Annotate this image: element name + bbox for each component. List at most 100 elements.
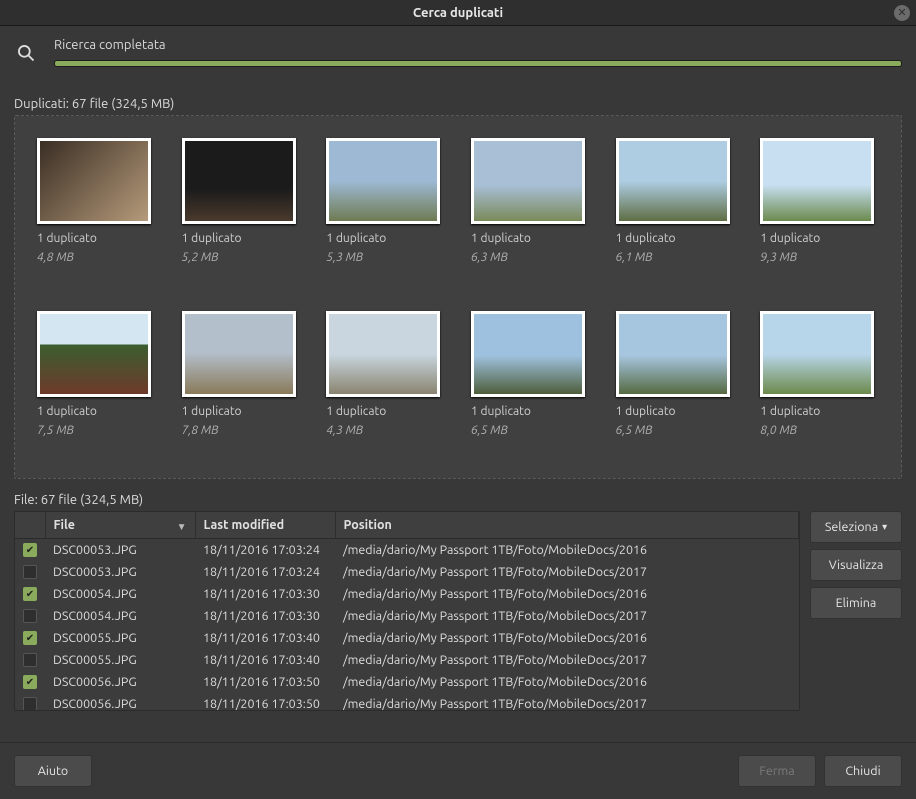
select-button[interactable]: Seleziona ▾ [810,511,902,543]
table-row[interactable]: ✔DSC00054.JPG18/11/2016 17:03:30/media/d… [15,583,799,605]
files-table-wrap[interactable]: File ▼ Last modified Position ✔ DSC00053.… [14,511,800,711]
thumbnail-item[interactable]: 1 duplicato9,3 MB [760,138,879,283]
thumbnail-image[interactable] [37,311,151,397]
col-position-label: Position [344,518,392,532]
row-checkbox[interactable]: ✔ [23,543,37,557]
thumbnail-size: 5,2 MB [182,251,301,264]
thumbnail-image[interactable] [760,138,874,224]
chevron-down-icon: ▾ [882,521,887,533]
close-button[interactable]: Chiudi [824,755,902,787]
table-row[interactable]: ✔DSC00056.JPG18/11/2016 17:03:50/media/d… [15,671,799,693]
thumbnail-item[interactable]: 1 duplicato7,5 MB [37,311,156,456]
thumbnail-image[interactable] [182,138,296,224]
thumbnail-size: 6,3 MB [471,251,590,264]
thumbnail-dup-label: 1 duplicato [760,405,879,418]
window-title: Cerca duplicati [413,6,503,20]
cell-modified: 18/11/2016 17:03:40 [195,649,335,671]
search-status-row: Ricerca completata [0,26,916,97]
thumbnail-grid[interactable]: 1 duplicato4,8 MB1 duplicato5,2 MB1 dupl… [15,116,901,478]
row-checkbox[interactable] [23,565,37,579]
table-row[interactable]: DSC00056.JPG18/11/2016 17:03:50/media/da… [15,693,799,712]
cell-modified: 18/11/2016 17:03:30 [195,605,335,627]
thumbnail-item[interactable]: 1 duplicato6,5 MB [616,311,735,456]
thumbnail-image[interactable] [37,138,151,224]
cell-file: DSC00055.JPG [45,627,195,649]
progress-bar [54,60,902,67]
col-modified[interactable]: Last modified [195,512,335,539]
thumbnail-image[interactable] [182,311,296,397]
files-prefix: File: [14,493,38,507]
duplicates-panel: 1 duplicato4,8 MB1 duplicato5,2 MB1 dupl… [14,115,902,479]
thumbnail-item[interactable]: 1 duplicato 8,0 MB [760,311,879,456]
cell-modified: 18/11/2016 17:03:30 [195,583,335,605]
thumbnail-item[interactable]: 1 duplicato5,3 MB [326,138,445,283]
thumbnail-size: 9,3 MB [760,251,879,264]
thumbnail-image[interactable] [616,138,730,224]
thumbnail-image[interactable] [760,311,874,397]
table-row[interactable]: ✔DSC00053.JPG18/11/2016 17:03:24/media/d… [15,539,799,561]
cell-position: /media/dario/My Passport 1TB/Foto/Mobile… [335,627,799,649]
view-button[interactable]: Visualizza [810,549,902,581]
row-checkbox[interactable]: ✔ [23,587,37,601]
thumbnail-size: 4,3 MB [326,424,445,437]
row-checkbox[interactable] [23,697,37,711]
col-checkbox[interactable] [15,512,45,539]
help-label: Aiuto [38,764,69,778]
close-icon[interactable]: ✕ [894,5,910,21]
thumbnail-item[interactable]: 1 duplicato 4,8 MB [37,138,156,283]
thumbnail-item[interactable]: 1 duplicato6,1 MB [616,138,735,283]
cell-file: DSC00053.JPG [45,539,195,561]
footer: Aiuto Ferma Chiudi [0,742,916,799]
thumbnail-dup-label: 1 duplicato [37,232,156,245]
thumbnail-image[interactable] [471,311,585,397]
cell-position: /media/dario/My Passport 1TB/Foto/Mobile… [335,583,799,605]
thumbnail-dup-label: 1 duplicato [471,405,590,418]
thumbnail-image[interactable] [326,138,440,224]
cell-position: /media/dario/My Passport 1TB/Foto/Mobile… [335,561,799,583]
stop-label: Ferma [759,764,794,778]
table-row[interactable]: DSC00055.JPG18/11/2016 17:03:40/media/da… [15,649,799,671]
thumbnail-size: 7,8 MB [182,424,301,437]
cell-file: DSC00054.JPG [45,605,195,627]
thumbnail-image[interactable] [471,138,585,224]
cell-position: /media/dario/My Passport 1TB/Foto/Mobile… [335,693,799,712]
titlebar: Cerca duplicati ✕ [0,0,916,26]
row-checkbox[interactable] [23,653,37,667]
thumbnail-size: 6,5 MB [471,424,590,437]
cell-position: /media/dario/My Passport 1TB/Foto/Mobile… [335,539,799,561]
thumbnail-image[interactable] [326,311,440,397]
sort-desc-icon: ▼ [177,521,187,533]
thumbnail-size: 6,1 MB [616,251,735,264]
delete-button[interactable]: Elimina [810,587,902,619]
help-button[interactable]: Aiuto [14,755,92,787]
duplicates-prefix: Duplicati: [14,97,69,111]
files-table: File ▼ Last modified Position ✔ DSC00053.… [15,512,799,711]
view-label: Visualizza [829,558,884,572]
stop-button: Ferma [738,755,816,787]
files-heading: File: 67 file (324,5 MB) [0,493,916,511]
thumbnail-dup-label: 1 duplicato [471,232,590,245]
thumbnail-size: 4,8 MB [37,251,156,264]
thumbnail-item[interactable]: 1 duplicato4,3 MB [326,311,445,456]
files-summary: 67 file (324,5 MB) [41,493,143,507]
thumbnail-item[interactable]: 1 duplicato 6,5 MB [471,311,590,456]
table-row[interactable]: DSC00054.JPG18/11/2016 17:03:30/media/da… [15,605,799,627]
thumbnail-item[interactable]: 1 duplicato5,2 MB [182,138,301,283]
table-row[interactable]: DSC00053.JPG18/11/2016 17:03:24/media/da… [15,561,799,583]
thumbnail-image[interactable] [616,311,730,397]
thumbnail-item[interactable]: 1 duplicato7,8 MB [182,311,301,456]
row-checkbox[interactable]: ✔ [23,631,37,645]
row-checkbox[interactable]: ✔ [23,675,37,689]
thumbnail-size: 8,0 MB [760,424,879,437]
cell-position: /media/dario/My Passport 1TB/Foto/Mobile… [335,671,799,693]
col-file[interactable]: File ▼ [45,512,195,539]
cell-file: DSC00053.JPG [45,561,195,583]
cell-modified: 18/11/2016 17:03:50 [195,693,335,712]
cell-file: DSC00056.JPG [45,671,195,693]
col-position[interactable]: Position [335,512,799,539]
table-row[interactable]: ✔DSC00055.JPG18/11/2016 17:03:40/media/d… [15,627,799,649]
cell-position: /media/dario/My Passport 1TB/Foto/Mobile… [335,605,799,627]
thumbnail-item[interactable]: 1 duplicato 6,3 MB [471,138,590,283]
cell-file: DSC00055.JPG [45,649,195,671]
row-checkbox[interactable] [23,609,37,623]
